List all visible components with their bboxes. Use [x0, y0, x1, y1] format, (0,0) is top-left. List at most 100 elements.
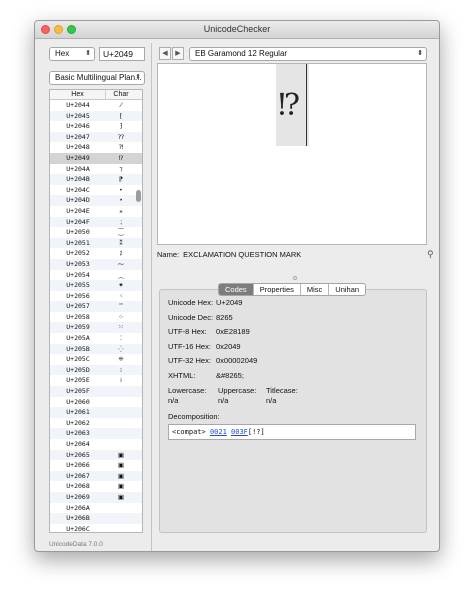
- table-row[interactable]: U+2058 ⁘: [50, 312, 142, 323]
- table-row[interactable]: U+2068 ▣: [50, 481, 142, 492]
- table-row[interactable]: U+205A ⁚: [50, 333, 142, 344]
- row-char: ⁓: [117, 259, 125, 268]
- row-char: ⁋: [118, 175, 124, 184]
- table-row[interactable]: U+2069 ▣: [50, 491, 142, 503]
- code-label: UTF-16 Hex:: [168, 341, 211, 351]
- block-popup[interactable]: Basic Multilingual Plan... ⬍: [49, 71, 145, 85]
- table-row[interactable]: U+2062: [50, 418, 142, 429]
- row-char: ⁞: [119, 376, 123, 385]
- table-row[interactable]: U+2054 ⁔: [50, 270, 142, 281]
- row-char: ⁙: [118, 323, 124, 332]
- info-pane: Unicode Hex: U+2049 Unicode Dec: 8265 UTF-8 …: [159, 289, 427, 533]
- table-row[interactable]: U+204F ⁏: [50, 216, 142, 228]
- table-row[interactable]: U+2065 ▣: [50, 449, 142, 461]
- split-divider[interactable]: [151, 43, 152, 551]
- resize-handle-icon[interactable]: [293, 276, 297, 280]
- code-value[interactable]: 0x2049: [216, 342, 241, 351]
- row-hex: U+2067: [66, 471, 90, 480]
- row-hex: U+205E: [66, 376, 90, 385]
- row-hex: U+204F: [66, 217, 90, 226]
- tab-properties[interactable]: Properties: [254, 284, 301, 295]
- decomp-link-003F[interactable]: 003F: [231, 428, 248, 436]
- table-row[interactable]: U+2050 ⁐: [50, 227, 142, 238]
- popup-arrows-icon: ⬍: [85, 50, 91, 57]
- row-hex: U+2055: [66, 281, 90, 290]
- table-row[interactable]: U+2057 ⁗: [50, 301, 142, 312]
- table-row[interactable]: U+204A ⁊: [50, 164, 142, 175]
- table-row[interactable]: U+2067 ▣: [50, 470, 142, 482]
- title-bar[interactable]: UnicodeChecker: [35, 21, 439, 39]
- table-row[interactable]: U+204E ⁎: [50, 206, 142, 217]
- tab-unihan[interactable]: Unihan: [329, 284, 365, 295]
- character-name: Name: EXCLAMATION QUESTION MARK: [157, 250, 301, 259]
- list-scrollbar[interactable]: [136, 190, 141, 202]
- code-value[interactable]: 0xE28189: [216, 327, 250, 336]
- table-row[interactable]: U+204B ⁋: [50, 174, 142, 185]
- glyph-preview: ⁉: [157, 63, 427, 245]
- row-char: [106, 407, 136, 418]
- table-row[interactable]: U+205D ⁝: [50, 364, 142, 376]
- column-header-hex[interactable]: Hex: [50, 90, 106, 99]
- row-hex: U+204A: [66, 164, 90, 173]
- code-entry: UTF-32 Hex: 0x00002049: [168, 356, 257, 365]
- code-value[interactable]: 8265: [216, 313, 233, 322]
- row-hex: U+2066: [66, 461, 90, 470]
- table-row[interactable]: U+2051 ⁑: [50, 237, 142, 249]
- table-row[interactable]: U+2061: [50, 407, 142, 418]
- table-row[interactable]: U+204C ⁌: [50, 185, 142, 196]
- table-row[interactable]: U+2060: [50, 397, 142, 408]
- table-row[interactable]: U+2052 ⁒: [50, 248, 142, 259]
- table-row[interactable]: U+2045 ⁅: [50, 110, 142, 122]
- table-row[interactable]: U+205B ⁛: [50, 343, 142, 355]
- back-button[interactable]: ◀: [159, 47, 171, 60]
- table-row[interactable]: U+2048 ⁈: [50, 142, 142, 153]
- code-value[interactable]: U+2049: [216, 298, 242, 307]
- magnifier-icon[interactable]: ⚲: [427, 249, 434, 260]
- table-row[interactable]: U+2053 ⁓: [50, 258, 142, 270]
- code-value[interactable]: &#8265;: [216, 371, 244, 380]
- column-header-char[interactable]: Char: [106, 90, 136, 99]
- decomposition-field[interactable]: <compat> 0021 003F[!?]: [168, 424, 416, 440]
- format-popup-value: Hex: [55, 49, 70, 58]
- code-entry: Unicode Hex: U+2049: [168, 298, 242, 307]
- tab-misc[interactable]: Misc: [301, 284, 330, 295]
- forward-button[interactable]: ▶: [172, 47, 184, 60]
- table-row[interactable]: U+204D ⁍: [50, 195, 142, 206]
- row-hex: U+2063: [66, 429, 90, 438]
- table-row[interactable]: U+2056 ⁖: [50, 291, 142, 302]
- row-char: ⁌: [119, 185, 123, 194]
- row-hex: U+2051: [66, 238, 90, 247]
- table-row[interactable]: U+206C: [50, 524, 142, 532]
- row-char: ⁛: [118, 344, 124, 353]
- uppercase-field: Uppercase: n/a: [218, 386, 256, 406]
- table-row[interactable]: U+205F: [50, 386, 142, 397]
- table-row[interactable]: U+2066 ▣: [50, 460, 142, 471]
- table-row[interactable]: U+206B: [50, 513, 142, 524]
- lowercase-label: Lowercase:: [168, 386, 207, 395]
- row-hex: U+2053: [66, 259, 90, 268]
- table-row[interactable]: U+2046 ⁆: [50, 121, 142, 132]
- code-point-field[interactable]: U+2049: [99, 47, 145, 61]
- decomp-link-0021[interactable]: 0021: [210, 428, 227, 436]
- table-row[interactable]: U+2047 ⁇: [50, 131, 142, 143]
- table-row[interactable]: U+2064: [50, 439, 142, 450]
- titlecase-value: n/a: [266, 396, 277, 405]
- table-row[interactable]: U+2059 ⁙: [50, 322, 142, 334]
- font-popup[interactable]: EB Garamond 12 Regular ⬍: [189, 47, 427, 61]
- tab-codes[interactable]: Codes: [219, 284, 254, 295]
- row-char: [106, 524, 136, 532]
- table-row[interactable]: U+2049 ⁉: [50, 152, 142, 164]
- table-row[interactable]: U+2044 ⁄: [50, 100, 142, 111]
- table-row[interactable]: U+205E ⁞: [50, 375, 142, 386]
- row-char: ⁜: [118, 355, 124, 364]
- table-row[interactable]: U+2063: [50, 428, 142, 439]
- row-hex: U+205C: [66, 355, 90, 364]
- popup-arrows-icon: ⬍: [417, 50, 423, 57]
- code-value[interactable]: 0x00002049: [216, 356, 257, 365]
- format-popup[interactable]: Hex ⬍: [49, 47, 95, 61]
- table-row[interactable]: U+2055 ⁕: [50, 280, 142, 291]
- row-char: ⁑: [119, 238, 123, 247]
- table-row[interactable]: U+206A: [50, 503, 142, 514]
- table-row[interactable]: U+205C ⁜: [50, 354, 142, 365]
- character-list[interactable]: Hex Char U+2044 ⁄ U+2045 ⁅ U+2046 ⁆ U+2047 ⁇ U+2…: [49, 89, 143, 533]
